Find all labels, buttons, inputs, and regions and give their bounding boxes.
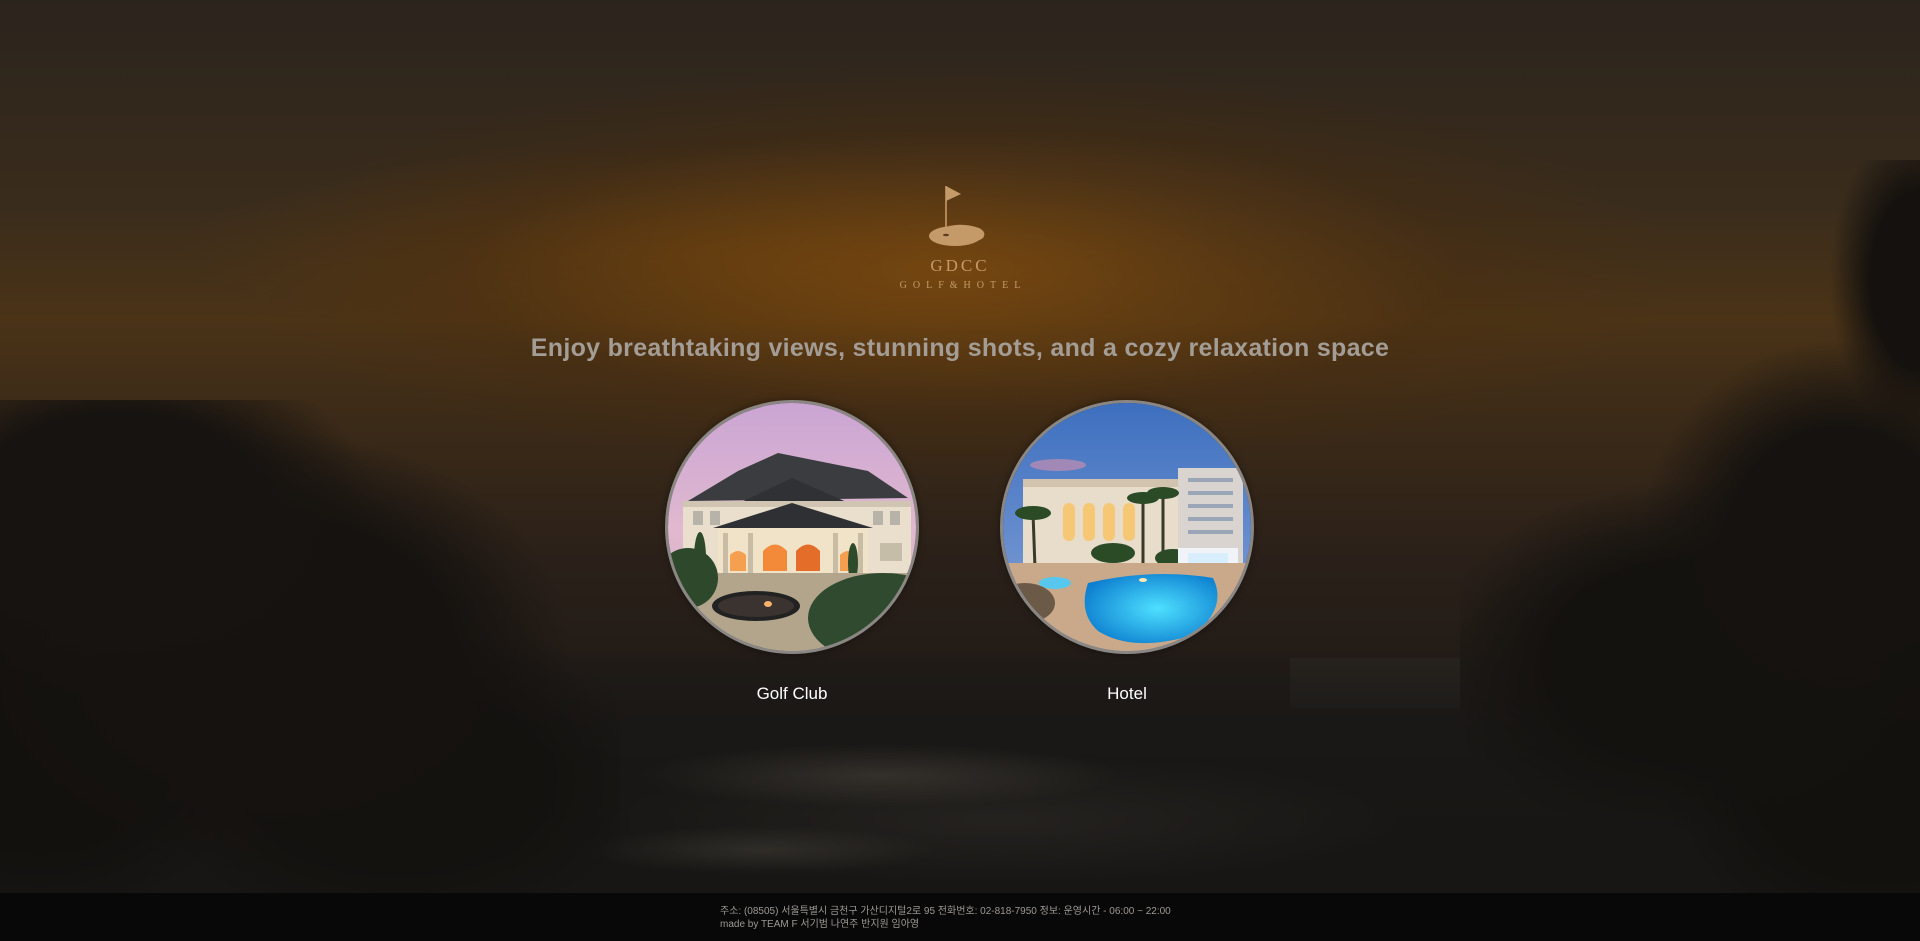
background-building [1290,658,1460,708]
brand-name: GDCC [930,256,990,275]
footer-credits: made by TEAM F 서기범 나연주 반지원 임아영 [720,919,920,930]
golf-flag-icon [929,186,985,246]
brand-logo[interactable]: GDCC GOLF&HOTEL [0,184,1920,291]
hotel-card[interactable]: Hotel [1000,400,1254,704]
hotel-label[interactable]: Hotel [1000,684,1254,704]
footer-address: 주소: (08505) 서울특별시 금천구 가산디지털2로 95 전화번호: 0… [720,906,1171,917]
brand-subtitle: GOLF&HOTEL [899,280,1027,291]
page-tagline: Enjoy breathtaking views, stunning shots… [530,334,1390,362]
golf-club-label[interactable]: Golf Club [665,684,919,704]
background-fairway [0,640,1920,900]
hotel-image[interactable] [1000,400,1254,654]
landing-page: GDCC GOLF&HOTEL Enjoy breathtaking views… [0,0,1920,941]
golf-club-image[interactable] [665,400,919,654]
site-footer: 주소: (08505) 서울특별시 금천구 가산디지털2로 95 전화번호: 0… [0,893,1920,941]
golf-club-card[interactable]: Golf Club [665,400,919,704]
